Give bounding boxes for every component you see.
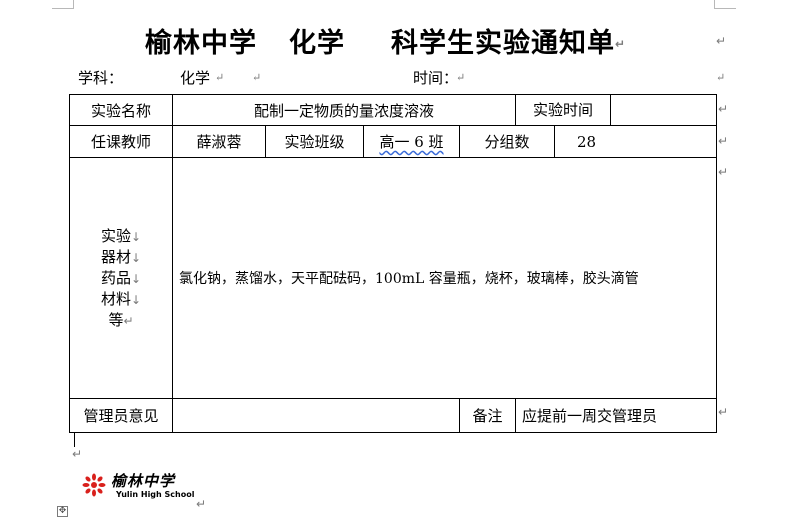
line-break-mark: ↓ (130, 250, 142, 265)
admin-opinion-value[interactable] (172, 398, 460, 433)
margin-mark-top-left-h (52, 8, 74, 9)
paragraph-mark: ↵ (196, 497, 207, 511)
experiment-name-label: 实验名称 (69, 94, 173, 126)
class-label: 实验班级 (265, 125, 364, 158)
notice-table: 实验名称 配制一定物质的量浓度溶液 实验时间 任课教师 薛淑蓉 实验班级 高一 … (69, 94, 718, 433)
materials-label-line: 药品 (100, 268, 131, 287)
line-break-mark: ↓ (130, 271, 142, 286)
materials-label-line: 材料 (100, 289, 131, 308)
paragraph-mark: ↵ (123, 313, 134, 328)
text-cursor (74, 433, 75, 447)
materials-value[interactable]: 氯化钠，蒸馏水，天平配砝码，100mL 容量瓶，烧杯，玻璃棒，胶头滴管 (171, 157, 718, 399)
experiment-name-value[interactable]: 配制一定物质的量浓度溶液 (171, 94, 517, 126)
margin-mark-top-right-h (714, 8, 736, 9)
note-value[interactable]: 应提前一周交管理员 (515, 398, 718, 433)
paragraph-mark: ↵ (716, 71, 726, 84)
paragraph-mark: ↵ (718, 102, 729, 116)
experiment-time-value[interactable] (611, 96, 716, 125)
title-subject: 化学 (289, 28, 345, 59)
admin-opinion-label: 管理员意见 (69, 398, 173, 433)
document-title: 榆林中学 化学 科学生实验通知单↵ (145, 26, 665, 62)
class-value[interactable]: 高一 6 班 (363, 125, 460, 158)
note-label: 备注 (458, 398, 517, 433)
logo-school-name: 榆林中学 (111, 472, 176, 490)
table-move-handle-icon[interactable]: ✥ (57, 506, 68, 517)
school-emblem-icon (82, 473, 106, 497)
title-name: 科学生实验通知单 (391, 28, 615, 59)
groups-label: 分组数 (458, 125, 556, 158)
materials-label-line: 等 (108, 310, 124, 329)
materials-label-line: 器材 (100, 247, 131, 266)
time-label: 时间： (413, 69, 459, 87)
teacher-value[interactable]: 薛淑蓉 (172, 125, 266, 158)
paragraph-mark: ↵ (716, 34, 727, 48)
paragraph-mark: ↵ (456, 71, 466, 84)
title-school: 榆林中学 (145, 28, 257, 59)
experiment-time-label: 实验时间 (517, 95, 612, 125)
margin-mark-top-right-v (714, 0, 715, 9)
experiment-time-cell: 实验时间 (515, 94, 718, 126)
materials-label-line: 实验 (100, 226, 131, 245)
logo-school-subtitle: Yulin High School (116, 490, 195, 499)
school-logo: 榆林中学 Yulin High School (82, 472, 195, 501)
paragraph-mark: ↵ (215, 71, 225, 84)
paragraph-mark: ↵ (718, 134, 729, 148)
class-value-text: 高一 6 班 (379, 133, 444, 151)
paragraph-mark: ↵ (718, 405, 729, 419)
materials-label: 实验↓ 器材↓ 药品↓ 材料↓ 等↵ (69, 157, 173, 399)
subject-label: 学科： (78, 69, 124, 87)
subject-value: 化学 (180, 69, 211, 87)
groups-value[interactable]: 28 (554, 125, 718, 158)
line-break-mark: ↓ (130, 229, 142, 244)
paragraph-mark: ↵ (252, 71, 262, 84)
paragraph-mark: ↵ (72, 447, 83, 461)
paragraph-mark: ↵ (615, 37, 627, 51)
line-break-mark: ↓ (130, 292, 142, 307)
paragraph-mark: ↵ (718, 165, 729, 179)
teacher-label: 任课教师 (69, 125, 173, 158)
margin-mark-top-left-v (73, 0, 74, 9)
